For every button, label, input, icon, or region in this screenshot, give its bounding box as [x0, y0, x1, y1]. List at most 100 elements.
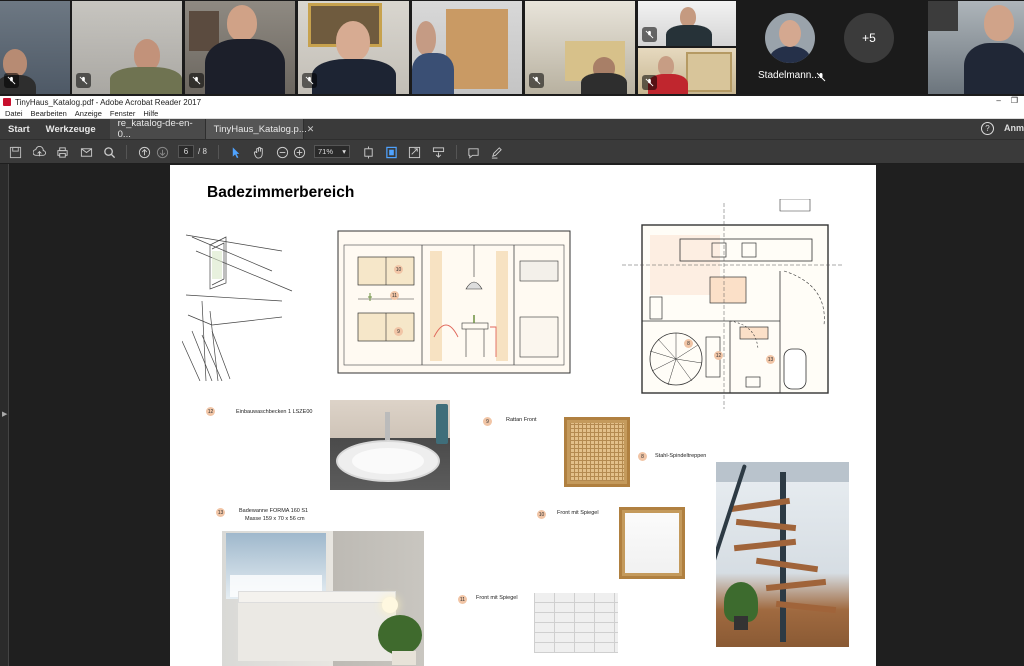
- left-panel-toggle[interactable]: ▶: [0, 164, 9, 666]
- participant-tile[interactable]: [638, 1, 736, 46]
- toolbar: 6 / 8 71% ▾: [0, 139, 1024, 163]
- floor-plan-sketch: [622, 199, 844, 409]
- participant-tile[interactable]: [638, 48, 736, 94]
- muted-mic-icon: [302, 73, 317, 88]
- previous-page-icon[interactable]: [136, 144, 152, 160]
- save-icon[interactable]: [7, 144, 23, 160]
- tab-label: re_katalog-de-en-0...: [117, 118, 193, 140]
- sign-in-link[interactable]: Anm: [1004, 123, 1024, 133]
- page-heading: Badezimmerbereich: [207, 184, 355, 201]
- participant-tile-active[interactable]: [412, 1, 522, 94]
- sketch-label: 11: [390, 291, 399, 300]
- item-caption: Rattan Front: [506, 417, 537, 423]
- tab-document-1[interactable]: re_katalog-de-en-0...: [109, 118, 206, 140]
- email-icon[interactable]: [78, 144, 94, 160]
- muted-mic-icon: [642, 75, 657, 90]
- zoom-value: 71%: [318, 147, 334, 156]
- tab-label: TinyHaus_Katalog.p...: [213, 123, 307, 135]
- sketch-label: 8: [684, 339, 693, 348]
- toolbar-divider: [218, 145, 219, 159]
- zoom-out-icon[interactable]: [274, 144, 290, 160]
- search-icon[interactable]: [101, 144, 117, 160]
- muted-mic-icon: [816, 69, 826, 87]
- item-number: 11: [458, 595, 467, 604]
- item-caption-detail: Masse 159 x 70 x 56 cm: [245, 516, 305, 522]
- window-title: TinyHaus_Katalog.pdf - Adobe Acrobat Rea…: [15, 97, 202, 107]
- menu-anzeige[interactable]: Anzeige: [75, 109, 102, 118]
- page-number-input[interactable]: 6: [178, 145, 194, 158]
- item-number: 9: [483, 417, 492, 426]
- participant-strip: +5 Stadelmann...: [0, 0, 1024, 95]
- toolbar-divider: [126, 145, 127, 159]
- participant-tile[interactable]: [928, 1, 1024, 94]
- tab-werkzeuge[interactable]: Werkzeuge: [38, 119, 110, 139]
- restore-icon[interactable]: ❐: [1011, 96, 1018, 105]
- mirror-front-photo: [619, 507, 685, 579]
- next-page-icon[interactable]: [154, 144, 170, 160]
- pdf-page: Badezimmerbereich 10 11 9 8 12 13 12 Ein…: [170, 165, 876, 666]
- participant-tile[interactable]: [298, 1, 409, 94]
- menu-datei[interactable]: Datei: [5, 109, 23, 118]
- zoom-in-icon[interactable]: [291, 144, 307, 160]
- item-number: 12: [206, 407, 215, 416]
- page-total: / 8: [198, 147, 207, 156]
- participant-tile[interactable]: [0, 1, 70, 94]
- sketch-label: 13: [766, 355, 775, 364]
- sketch-label: 10: [394, 265, 403, 274]
- comment-icon[interactable]: [465, 144, 481, 160]
- muted-mic-icon: [529, 73, 544, 88]
- item-number: 8: [638, 452, 647, 461]
- expand-arrow-icon: ▶: [2, 411, 8, 418]
- cloud-upload-icon[interactable]: [31, 144, 47, 160]
- toolbar-divider: [456, 145, 457, 159]
- participant-name: Stadelmann...: [758, 70, 820, 81]
- avatar[interactable]: [765, 13, 815, 63]
- participant-tile[interactable]: [185, 1, 295, 94]
- rattan-front-photo: [564, 417, 630, 487]
- item-caption: Badewanne FORMA 160 S1: [239, 508, 309, 514]
- item-caption: Front mit Spiegel: [557, 510, 599, 516]
- muted-mic-icon: [76, 73, 91, 88]
- participant-avatar-group: +5 Stadelmann...: [738, 1, 926, 94]
- window-titlebar: TinyHaus_Katalog.pdf - Adobe Acrobat Rea…: [0, 96, 1024, 108]
- pdf-app-icon: [3, 98, 11, 106]
- item-number: 10: [537, 510, 546, 519]
- spiral-stairs-photo: [716, 462, 849, 647]
- print-icon[interactable]: [54, 144, 70, 160]
- zoom-select[interactable]: 71% ▾: [314, 145, 350, 158]
- tile-front-photo: [534, 593, 618, 653]
- scroll-mode-icon[interactable]: [360, 144, 376, 160]
- muted-mic-icon: [642, 27, 657, 42]
- perspective-sketch: [182, 234, 293, 381]
- read-mode-icon[interactable]: [430, 144, 446, 160]
- minimize-icon[interactable]: –: [996, 96, 1000, 105]
- item-caption: Front mit Spiegel: [476, 595, 518, 601]
- full-screen-icon[interactable]: [406, 144, 422, 160]
- highlight-pen-icon[interactable]: [488, 144, 504, 160]
- item-caption: Stahl-Spindeltreppen: [655, 453, 707, 459]
- tab-document-2[interactable]: TinyHaus_Katalog.p... ✕: [205, 119, 314, 139]
- elevation-sketch: [337, 230, 571, 374]
- tab-start[interactable]: Start: [0, 119, 38, 139]
- more-participants-button[interactable]: +5: [844, 13, 894, 63]
- participant-tile[interactable]: [525, 1, 635, 94]
- hand-tool-icon[interactable]: [251, 144, 267, 160]
- menu-bearbeiten[interactable]: Bearbeiten: [31, 109, 67, 118]
- participant-tile[interactable]: [72, 1, 182, 94]
- item-caption: Einbauwaschbecken 1 LSZE00: [236, 409, 313, 415]
- select-cursor-icon[interactable]: [228, 144, 244, 160]
- sketch-label: 9: [394, 327, 403, 336]
- bathtub-photo: [222, 531, 424, 666]
- help-icon[interactable]: ?: [981, 122, 994, 135]
- chevron-down-icon: ▾: [342, 147, 346, 156]
- menu-fenster[interactable]: Fenster: [110, 109, 135, 118]
- close-tab-icon[interactable]: ✕: [307, 124, 315, 135]
- sketch-label: 12: [714, 351, 723, 360]
- item-number: 13: [216, 508, 225, 517]
- washbasin-photo: [330, 400, 450, 490]
- screen: +5 Stadelmann... TinyHaus_Katalog.pdf - …: [0, 0, 1024, 666]
- muted-mic-icon: [189, 73, 204, 88]
- menu-hilfe[interactable]: Hilfe: [143, 109, 158, 118]
- fit-page-icon[interactable]: [383, 144, 399, 160]
- muted-mic-icon: [4, 73, 19, 88]
